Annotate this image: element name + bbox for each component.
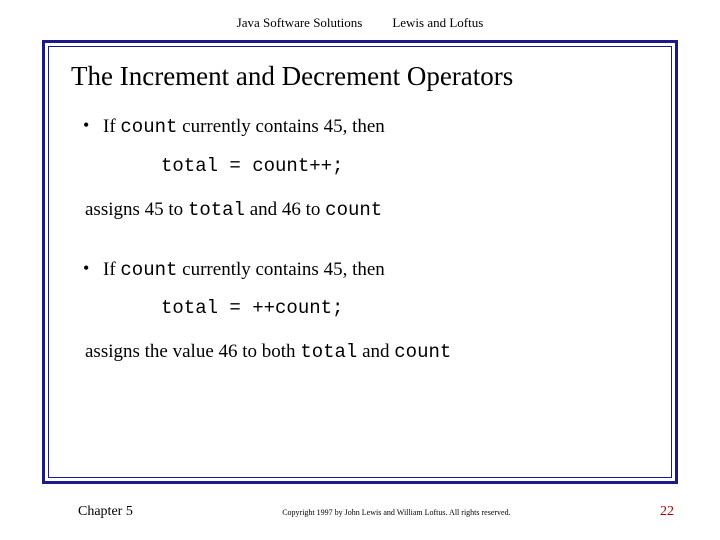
bullet-list: If count currently contains 45, then tot… bbox=[71, 114, 649, 191]
slide-header: Java Software Solutions Lewis and Loftus bbox=[0, 0, 720, 36]
bullet-item-1: If count currently contains 45, then tot… bbox=[103, 114, 649, 191]
ex1-pre: If bbox=[103, 116, 120, 137]
ex2-post: currently contains 45, then bbox=[177, 259, 384, 280]
ex2-var: count bbox=[120, 259, 177, 281]
page-number: 22 bbox=[660, 504, 674, 520]
ex1-r1: assigns 45 to bbox=[85, 199, 188, 220]
ex2-expression: total = ++count; bbox=[103, 283, 649, 333]
ex1-r2var: count bbox=[325, 199, 382, 221]
ex1-result: assigns 45 to total and 46 to count bbox=[71, 199, 649, 221]
book-title: Java Software Solutions bbox=[237, 15, 369, 31]
ex1-post: currently contains 45, then bbox=[177, 116, 384, 137]
ex1-r2: and 46 to bbox=[245, 199, 325, 220]
ex2-text: If count currently contains 45, then bbox=[103, 259, 385, 280]
frame-inner: The Increment and Decrement Operators If… bbox=[48, 46, 672, 478]
slide-title: The Increment and Decrement Operators bbox=[71, 61, 649, 92]
ex2-r1var: total bbox=[300, 341, 357, 363]
ex1-expression: total = count++; bbox=[103, 141, 649, 191]
chapter-label: Chapter 5 bbox=[78, 504, 133, 520]
slide: Java Software Solutions Lewis and Loftus… bbox=[0, 0, 720, 540]
ex2-r1: assigns the value 46 to both bbox=[85, 341, 300, 362]
ex1-var: count bbox=[120, 116, 177, 138]
ex1-text: If count currently contains 45, then bbox=[103, 116, 385, 137]
bullet-item-2: If count currently contains 45, then tot… bbox=[103, 257, 649, 334]
ex2-r2: and bbox=[357, 341, 394, 362]
ex2-result: assigns the value 46 to both total and c… bbox=[71, 341, 649, 363]
ex2-pre: If bbox=[103, 259, 120, 280]
bullet-list-2: If count currently contains 45, then tot… bbox=[71, 257, 649, 334]
copyright-text: Copyright 1997 by John Lewis and William… bbox=[133, 508, 660, 517]
ex1-r1var: total bbox=[188, 199, 245, 221]
ex2-r2var: count bbox=[394, 341, 451, 363]
slide-footer: Chapter 5 Copyright 1997 by John Lewis a… bbox=[0, 498, 720, 526]
authors: Lewis and Loftus bbox=[392, 15, 483, 31]
frame-outer: The Increment and Decrement Operators If… bbox=[42, 40, 678, 484]
